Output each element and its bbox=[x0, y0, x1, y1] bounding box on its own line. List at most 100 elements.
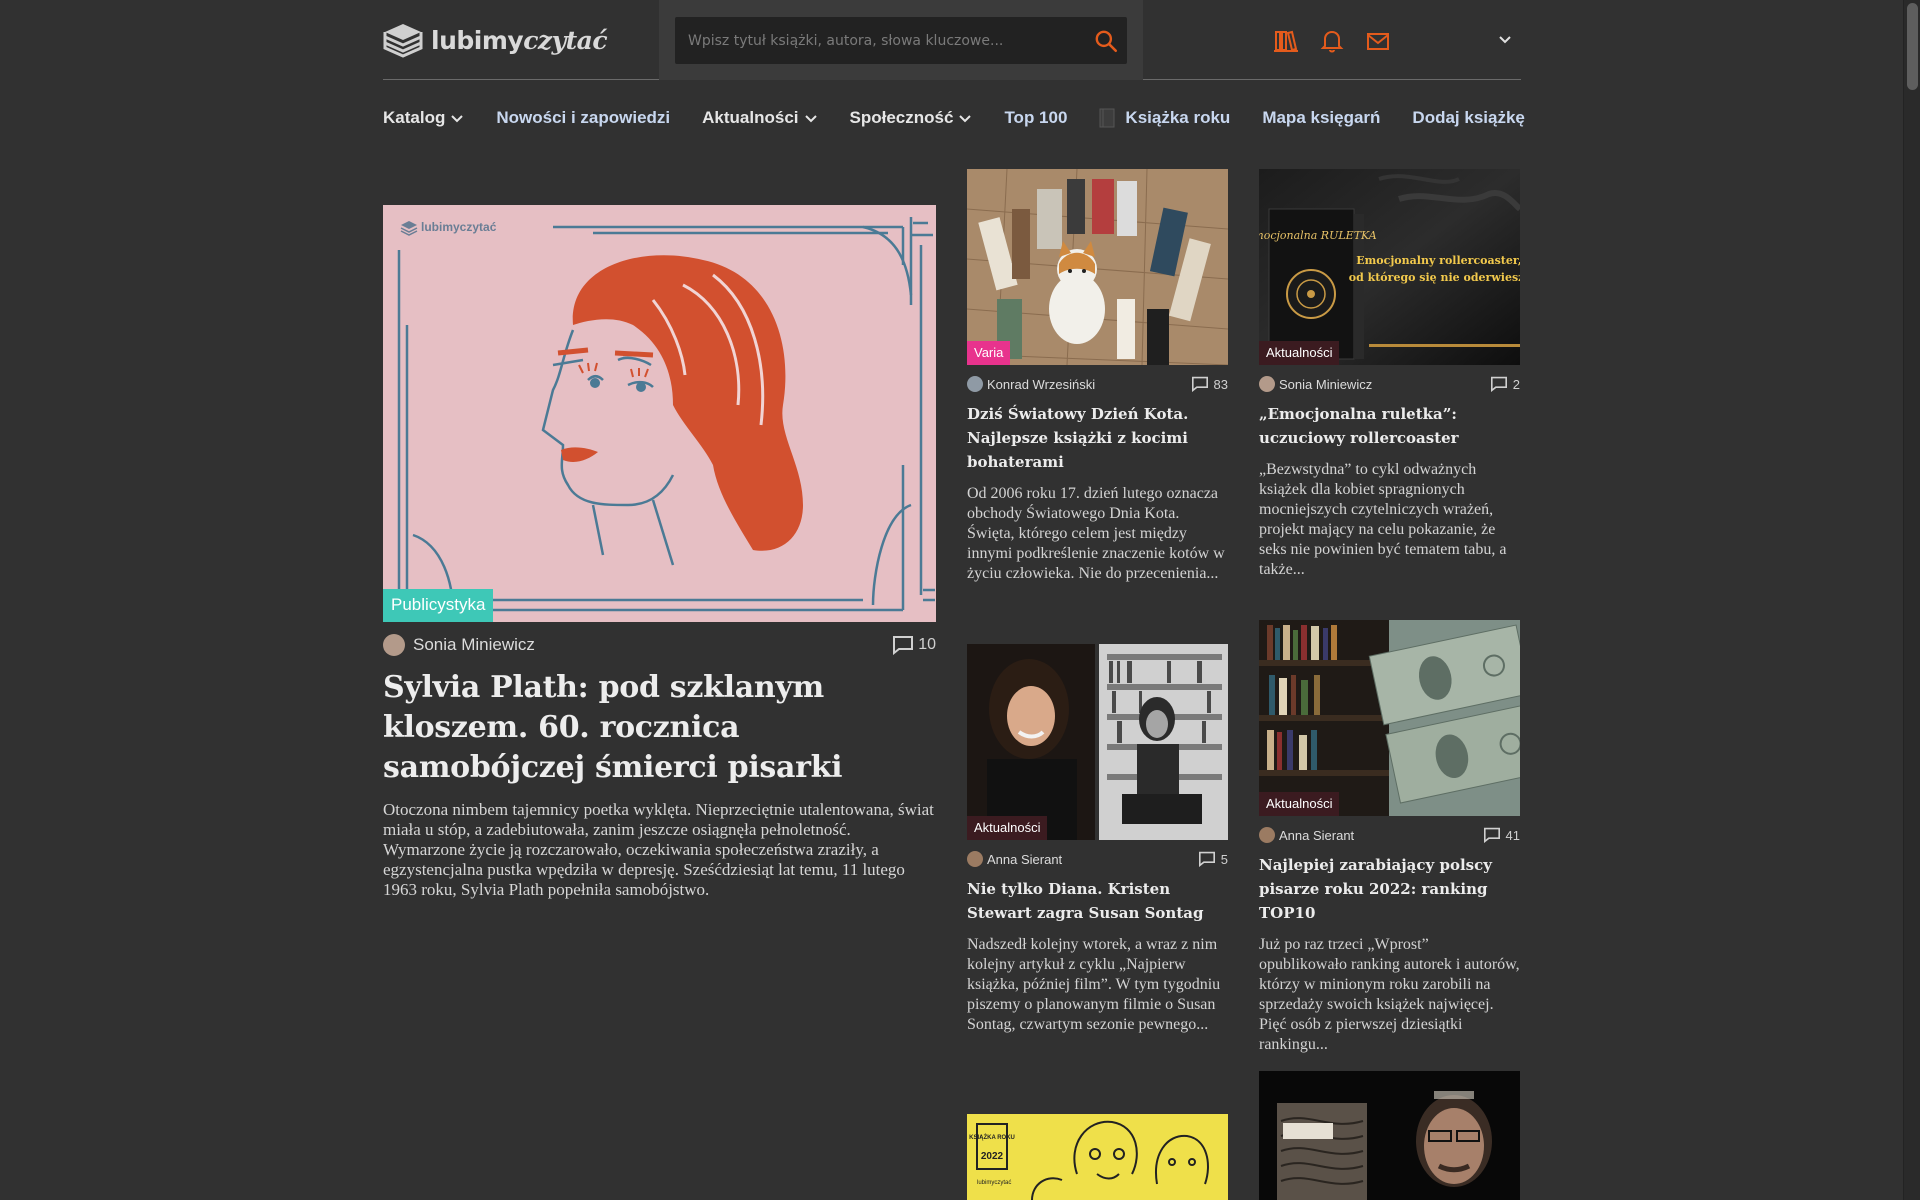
article-image[interactable]: KSIĄŻKA ROKU 2022 lubimyczytać bbox=[967, 1114, 1228, 1200]
nav-label: Książka roku bbox=[1125, 108, 1231, 127]
comment-icon bbox=[1483, 827, 1500, 843]
comments-count[interactable]: 2 bbox=[1490, 376, 1520, 392]
logo-part-1: lubimy bbox=[431, 25, 524, 55]
avatar bbox=[383, 634, 405, 656]
envelope-icon[interactable] bbox=[1365, 28, 1391, 54]
scrollbar-thumb[interactable] bbox=[1907, 3, 1918, 90]
article-excerpt: „Bezwstydna” to cykl odważnych książek d… bbox=[1259, 461, 1507, 578]
nav-label: Katalog bbox=[383, 108, 446, 127]
comment-icon bbox=[893, 636, 914, 655]
author-name: Anna Sierant bbox=[987, 851, 1063, 867]
article-meta: Anna Sierant 5 bbox=[967, 851, 1228, 867]
bookshelf-icon[interactable] bbox=[1273, 28, 1299, 54]
nav-item-spolecznosc[interactable]: Społeczność bbox=[850, 108, 973, 128]
book-of-year-illustration: KSIĄŻKA ROKU 2022 lubimyczytać bbox=[967, 1114, 1228, 1200]
article-image[interactable]: Emocjonalna RULETKA Emocjonalny rollerco… bbox=[1259, 169, 1520, 365]
article-meta: Sonia Miniewicz 2 bbox=[1259, 376, 1520, 392]
author-name: Konrad Wrzesiński bbox=[987, 376, 1096, 392]
avatar bbox=[967, 376, 983, 392]
chevron-down-icon bbox=[451, 115, 464, 123]
site-logo[interactable]: lubimyczytać bbox=[383, 20, 608, 60]
author-name: Sonia Miniewicz bbox=[413, 635, 535, 654]
comments-number: 5 bbox=[1220, 851, 1228, 867]
user-icons bbox=[1273, 28, 1391, 54]
article-card[interactable]: KSIĄŻKA ROKU 2022 lubimyczytać bbox=[967, 1114, 1228, 1200]
featured-image[interactable]: lubimyczytać Publicystyka bbox=[383, 205, 936, 622]
promo-tagline-1: Emocjonalny rollercoaster, bbox=[1356, 254, 1520, 267]
article-title[interactable]: „Emocjonalna ruletka”: uczuciowy rollerc… bbox=[1259, 402, 1520, 450]
category-badge[interactable]: Aktualności bbox=[1259, 792, 1340, 816]
article-title[interactable]: Najlepiej zarabiający polscy pisarze rok… bbox=[1259, 853, 1520, 925]
nav-item-nowosci[interactable]: Nowości i zapowiedzi bbox=[496, 108, 670, 128]
category-badge[interactable]: Varia bbox=[967, 341, 1011, 365]
author[interactable]: Anna Sierant bbox=[1259, 827, 1354, 843]
article-image[interactable]: Aktualności bbox=[1259, 620, 1520, 816]
search-box bbox=[675, 17, 1127, 64]
logo-wordmark: lubimyczytać bbox=[431, 25, 608, 55]
article-image[interactable]: Varia bbox=[967, 169, 1228, 365]
nav-item-katalog[interactable]: Katalog bbox=[383, 108, 464, 128]
article-excerpt: Od 2006 roku 17. dzień lutego oznacza ob… bbox=[967, 485, 1225, 582]
main-nav: Katalog Nowości i zapowiedzi Aktualności… bbox=[383, 100, 1525, 136]
comments-count[interactable]: 83 bbox=[1191, 376, 1228, 392]
comment-icon bbox=[1490, 376, 1507, 392]
author[interactable]: Sonia Miniewicz bbox=[383, 634, 535, 656]
comments-number: 10 bbox=[918, 636, 936, 653]
category-badge[interactable]: Aktualności bbox=[1259, 341, 1340, 365]
nav-item-dodaj-ksiazke[interactable]: Dodaj książkę bbox=[1412, 108, 1524, 128]
nav-item-top100[interactable]: Top 100 bbox=[1004, 108, 1067, 128]
article-meta: Konrad Wrzesiński 83 bbox=[967, 376, 1228, 392]
nav-label: Społeczność bbox=[849, 108, 954, 127]
user-menu-chevron-icon[interactable] bbox=[1495, 30, 1515, 50]
author-name: Anna Sierant bbox=[1279, 827, 1355, 843]
nav-item-aktualnosci[interactable]: Aktualności bbox=[702, 108, 817, 128]
chevron-down-icon bbox=[959, 115, 972, 123]
avatar bbox=[967, 851, 983, 867]
category-badge[interactable]: Publicystyka bbox=[383, 589, 494, 622]
nav-item-mapa-ksiegarn[interactable]: Mapa księgarń bbox=[1262, 108, 1380, 128]
article-title[interactable]: Sylvia Plath: pod szklanym kloszem. 60. … bbox=[383, 668, 936, 788]
article-title[interactable]: Nie tylko Diana. Kristen Stewart zagra S… bbox=[967, 877, 1228, 925]
article-meta: Sonia Miniewicz 10 bbox=[383, 634, 936, 656]
comments-count[interactable]: 5 bbox=[1198, 851, 1228, 867]
book-of-year-badge-year: 2022 bbox=[981, 1151, 1004, 1162]
page-scrollbar[interactable] bbox=[1903, 0, 1920, 1200]
article-image[interactable]: Aktualności bbox=[967, 644, 1228, 840]
nav-label: Aktualności bbox=[702, 108, 799, 127]
search-input[interactable] bbox=[675, 17, 1075, 64]
avatar bbox=[1259, 827, 1275, 843]
nav-label: Top 100 bbox=[1004, 108, 1068, 127]
comment-icon bbox=[1198, 851, 1215, 867]
featured-article[interactable]: lubimyczytać Publicystyka Sonia Miniewic… bbox=[383, 205, 936, 900]
nav-label: Dodaj książkę bbox=[1412, 108, 1525, 127]
article-card[interactable]: Aktualności Anna Sierant 41 Najlepiej za… bbox=[1259, 620, 1520, 1055]
nav-label: Nowości i zapowiedzi bbox=[496, 108, 671, 127]
category-badge[interactable]: Aktualności bbox=[967, 816, 1048, 840]
actress-and-writer-photo bbox=[967, 644, 1228, 840]
comments-number: 41 bbox=[1505, 827, 1520, 843]
logo-part-2: czytać bbox=[523, 25, 608, 55]
article-image[interactable] bbox=[1259, 1071, 1520, 1200]
image-logo-text: lubimyczytać bbox=[421, 220, 497, 234]
article-excerpt: Nadszedł kolejny wtorek, a wraz z nim ko… bbox=[967, 936, 1221, 1033]
author[interactable]: Konrad Wrzesiński bbox=[967, 376, 1095, 392]
comments-count[interactable]: 41 bbox=[1483, 827, 1520, 843]
comments-number: 2 bbox=[1512, 376, 1520, 392]
nav-item-ksiazka-roku[interactable]: Książka roku bbox=[1099, 108, 1230, 128]
book-of-year-badge-text: KSIĄŻKA ROKU bbox=[969, 1134, 1015, 1141]
article-card[interactable]: Aktualności Anna Sierant 5 Nie tylko Dia… bbox=[967, 644, 1228, 1035]
article-card[interactable]: Varia Konrad Wrzesiński 83 Dziś Światowy… bbox=[967, 169, 1228, 584]
author[interactable]: Anna Sierant bbox=[967, 851, 1062, 867]
article-card[interactable]: Emocjonalna RULETKA Emocjonalny rollerco… bbox=[1259, 169, 1520, 580]
comments-count[interactable]: 10 bbox=[892, 635, 936, 655]
search-icon[interactable] bbox=[1093, 28, 1119, 54]
article-card[interactable] bbox=[1259, 1071, 1520, 1200]
author[interactable]: Sonia Miniewicz bbox=[1259, 376, 1372, 392]
comment-icon bbox=[1191, 376, 1208, 392]
article-title[interactable]: Dziś Światowy Dzień Kota. Najlepsze ksią… bbox=[967, 402, 1228, 474]
article-excerpt: Już po raz trzeci „Wprost” opublikowało … bbox=[1259, 936, 1520, 1053]
chevron-down-icon bbox=[804, 115, 817, 123]
book-promo-image: Emocjonalna RULETKA Emocjonalny rollerco… bbox=[1259, 169, 1520, 365]
book-of-year-brand: lubimyczytać bbox=[977, 1180, 1011, 1186]
bell-icon[interactable] bbox=[1319, 28, 1345, 54]
